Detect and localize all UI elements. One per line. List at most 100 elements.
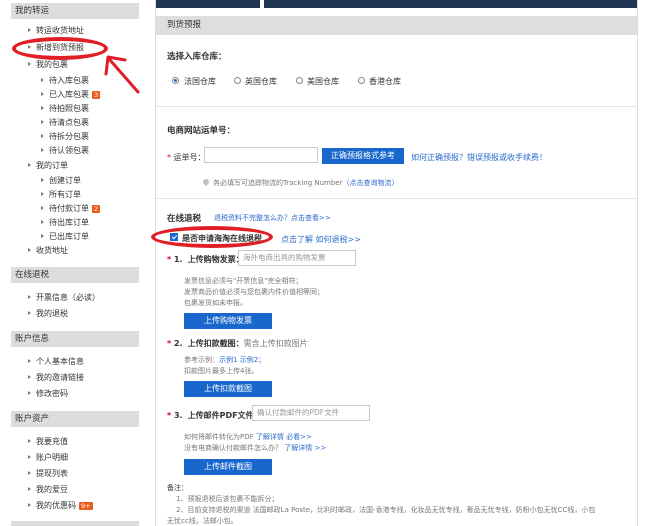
deduction-limit-note: 扣款图片最多上传4张。 xyxy=(184,367,259,375)
sidebar-item-recharge[interactable]: 我要充值 xyxy=(28,437,68,447)
sidebar-item-my-beans[interactable]: 我的爱豆 xyxy=(28,485,68,495)
invoice-upload-field[interactable]: 海外电商出具的购物发票 xyxy=(238,250,356,266)
chevron-right-icon xyxy=(28,439,31,443)
tracking-section-title: 电商网站运单号： xyxy=(167,126,236,136)
pdf-help-line-1: 如何将邮件转化为PDF 了解详情 必看>> xyxy=(184,433,312,441)
chevron-right-icon xyxy=(28,295,31,299)
chevron-right-icon xyxy=(41,206,44,210)
notes-line-3: 无忧cc线，法邮小包。 xyxy=(167,517,238,525)
sidebar-item-invite-link[interactable]: 我的邀请链接 xyxy=(28,373,84,383)
upload-deduction-button[interactable]: 上传扣款截图 xyxy=(184,381,272,397)
chevron-right-icon xyxy=(28,391,31,395)
sidebar-item-pending-inbound[interactable]: 待入库包裹 xyxy=(41,76,89,86)
required-mark: * xyxy=(167,339,174,348)
sidebar-item-pending-photo[interactable]: 待拍照包裹 xyxy=(41,104,89,114)
pdf-howto-link[interactable]: 了解详情 必看>> xyxy=(256,433,312,441)
tracking-number-input[interactable] xyxy=(204,147,318,163)
warehouse-label: 选择入库仓库： xyxy=(167,52,227,62)
sidebar-item-invoice-info[interactable]: 开票信息（必读） xyxy=(28,293,100,303)
chevron-right-icon xyxy=(28,455,31,459)
notes-title: 备注： xyxy=(167,484,188,492)
refund-incomplete-link[interactable]: 退税资料不完整怎么办？点击查看>> xyxy=(214,213,331,223)
sidebar-item-shipping-address[interactable]: 收货地址 xyxy=(28,246,68,256)
top-nav-bar-left xyxy=(156,0,260,8)
chevron-right-icon xyxy=(41,78,44,82)
step2-label: * 2. 上传扣款截图：需含上传扣款图片 xyxy=(167,339,308,348)
sidebar-item-pending-payment[interactable]: 待付款订单 2 xyxy=(41,204,101,214)
forecast-panel: 到货预报 选择入库仓库： 法国仓库 英国仓库 美国仓库 香港仓库 电商网站运单号… xyxy=(155,0,638,526)
chevron-right-icon xyxy=(28,359,31,363)
sidebar-section-title-account: 账户信息 xyxy=(11,331,139,347)
sidebar-item-my-refunds[interactable]: 我的退税 xyxy=(28,309,68,319)
annotation-arrow-icon xyxy=(104,55,140,94)
sidebar-item-pending-claim[interactable]: 待认领包裹 xyxy=(41,146,89,156)
chevron-right-icon xyxy=(41,120,44,124)
refund-section-title: 在线退税 xyxy=(167,214,202,224)
sidebar-item-all-orders[interactable]: 所有订单 xyxy=(41,190,81,200)
chevron-right-icon xyxy=(28,471,31,475)
sidebar-item-pending-outbound[interactable]: 待出库订单 xyxy=(41,218,89,228)
divider xyxy=(156,106,637,107)
invoice-note-3: 包裹发货如未申报。 xyxy=(184,299,247,307)
chevron-right-icon xyxy=(41,134,44,138)
upload-invoice-button[interactable]: 上传购物发票 xyxy=(184,313,272,329)
sidebar-item-profile[interactable]: 个人基本信息 xyxy=(28,357,84,367)
step3-label: * 3. 上传邮件PDF文件： xyxy=(167,411,262,420)
format-reference-button[interactable]: 正确预报格式参考 xyxy=(322,148,404,164)
annotation-ellipse-sidebar xyxy=(12,37,108,60)
sidebar-item-outbound[interactable]: 已出库订单 xyxy=(41,232,89,242)
pdf-upload-field[interactable]: 确认付款邮件的PDF文件 xyxy=(252,405,370,421)
sidebar-item-create-order[interactable]: 创建订单 xyxy=(41,176,81,186)
sidebar-item-account-details[interactable]: 账户明细 xyxy=(28,453,68,463)
sidebar-item-my-orders[interactable]: 我的订单 xyxy=(28,161,68,171)
pdf-help-line-2: 没有电商确认付款邮件怎么办？ 了解详情 >> xyxy=(184,444,327,452)
invoice-note-2: 发票商品价值必须与您包裹内件价值相等同； xyxy=(184,288,324,296)
no-email-link[interactable]: 了解详情 >> xyxy=(284,444,326,452)
sidebar-item-withdrawals[interactable]: 提现列表 xyxy=(28,469,68,479)
chevron-right-icon xyxy=(41,192,44,196)
sidebar-section-title-refund: 在线退税 xyxy=(11,267,139,283)
radio-icon[interactable] xyxy=(296,77,303,84)
radio-icon[interactable] xyxy=(234,77,241,84)
sidebar-item-my-packages[interactable]: 我的包裹 xyxy=(28,60,68,70)
chevron-right-icon xyxy=(28,62,31,66)
sidebar-item-coupons[interactable]: 我的优惠码 9+ xyxy=(28,501,93,511)
chevron-right-icon xyxy=(41,106,44,110)
how-to-refund-link[interactable]: 点击了解 如何退税>> xyxy=(281,234,361,245)
chevron-right-icon xyxy=(28,248,31,252)
invoice-note-1: 发票信息必须与"开票信息"完全相符； xyxy=(184,277,303,285)
chevron-right-icon xyxy=(41,92,44,96)
required-mark: * xyxy=(167,411,174,420)
sidebar-item-inbound[interactable]: 已入库包裹 3 xyxy=(41,90,101,100)
radio-icon[interactable] xyxy=(358,77,365,84)
step1-label: * 1. 上传购物发票： xyxy=(167,255,244,264)
upload-email-button[interactable]: 上传邮件截图 xyxy=(184,459,272,475)
radio-icon[interactable] xyxy=(172,77,179,84)
sidebar-item-pending-count[interactable]: 待清点包裹 xyxy=(41,118,89,128)
sidebar-item-change-password[interactable]: 修改密码 xyxy=(28,389,68,399)
count-badge: 2 xyxy=(92,205,101,213)
notes-line-1: 1、预报退税后该包裹不能拆分； xyxy=(176,495,279,503)
example-2-link[interactable]: 示例2； xyxy=(240,356,265,364)
sidebar-item-pending-split[interactable]: 待拆分包裹 xyxy=(41,132,89,142)
divider xyxy=(156,198,637,199)
tracking-hint: 务必填写可追踪物流的Tracking Number（点击查询物流） xyxy=(213,179,399,187)
chevron-right-icon xyxy=(28,503,31,507)
track-logistics-link[interactable]: （点击查询物流） xyxy=(343,179,399,187)
count-badge: 9+ xyxy=(79,502,93,510)
example-1-link[interactable]: 示例1 xyxy=(219,356,237,364)
top-nav-bar-right xyxy=(264,0,637,8)
sidebar-item-transfer-address[interactable]: 转运收货地址 xyxy=(28,26,84,36)
chevron-right-icon xyxy=(28,28,31,32)
chevron-right-icon xyxy=(28,311,31,315)
notes-line-2: 2、目前支持退税的渠道 法国邮政La Poste，比利时邮政，法国-香港专线，化… xyxy=(176,506,596,514)
deduction-example: 参考示例：示例1 示例2； xyxy=(184,356,266,364)
annotation-ellipse-checkbox xyxy=(151,226,273,248)
chevron-right-icon xyxy=(41,220,44,224)
location-pin-icon xyxy=(201,177,211,187)
chevron-right-icon xyxy=(28,375,31,379)
chevron-right-icon xyxy=(41,234,44,238)
forecast-help-link[interactable]: 如何正确预报？错误预报或收手续费！ xyxy=(411,152,547,163)
required-mark: * xyxy=(167,255,174,264)
count-badge: 3 xyxy=(92,91,101,99)
